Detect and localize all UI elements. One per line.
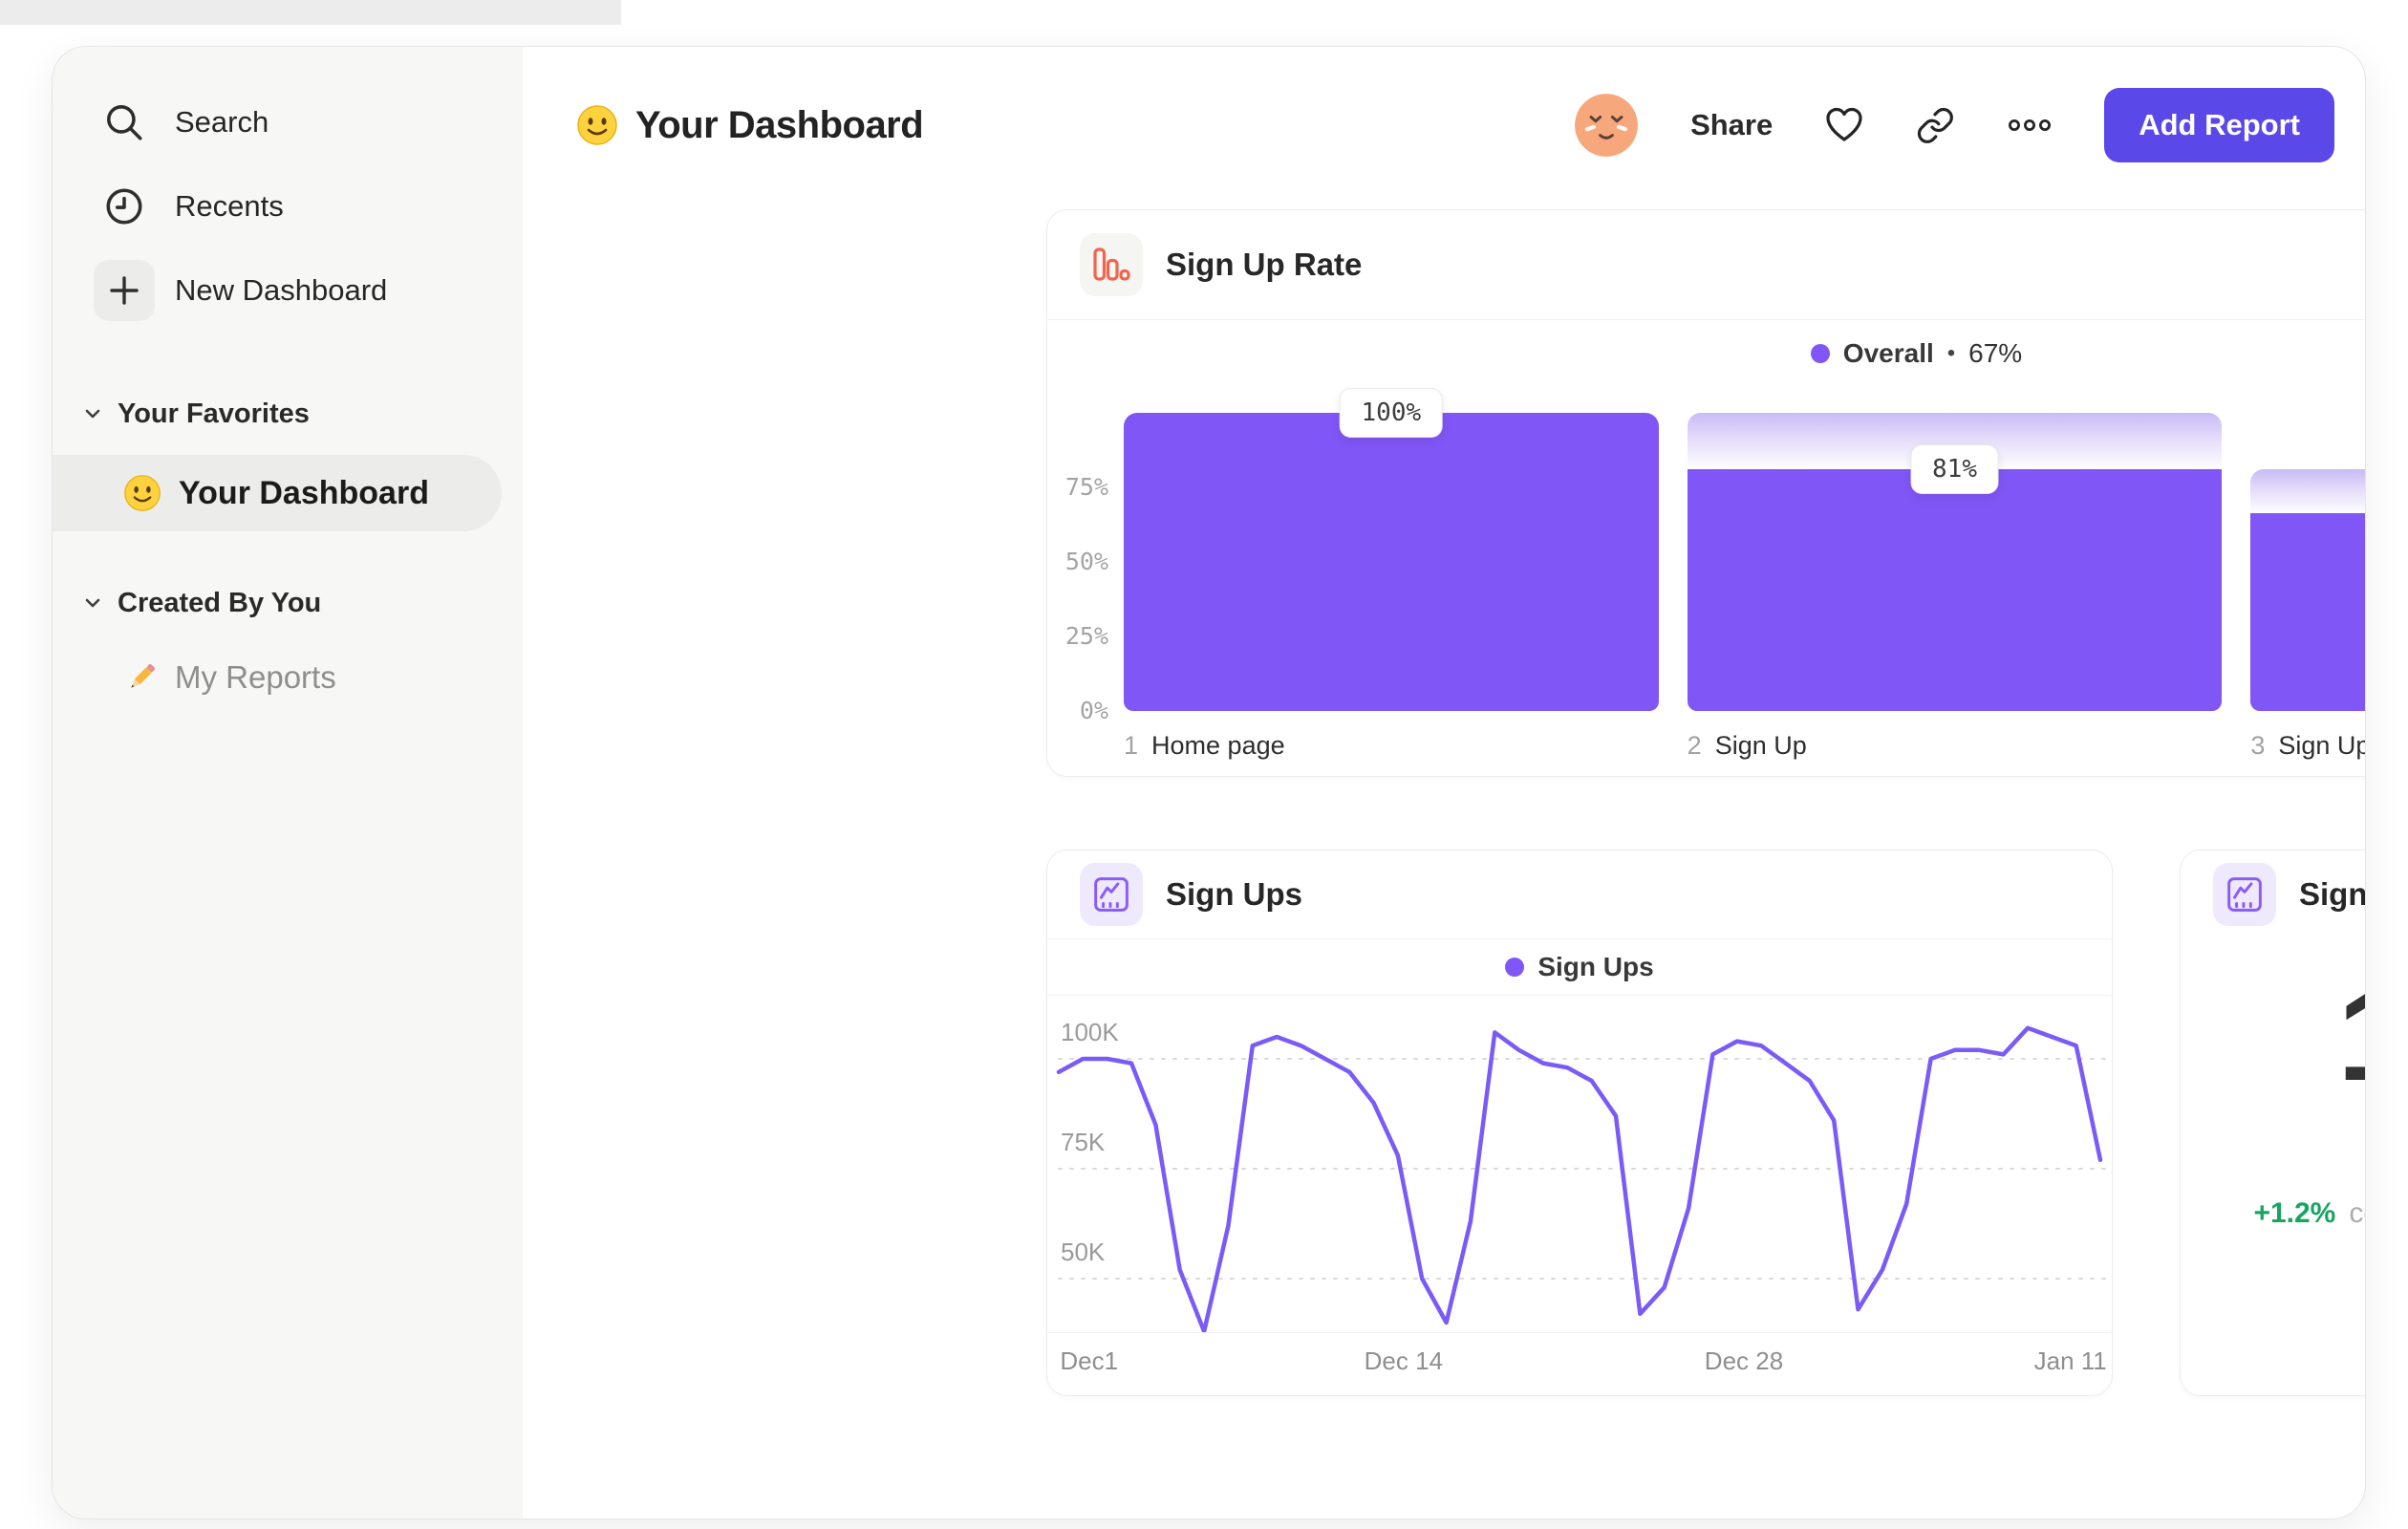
share-button[interactable]: Share — [1690, 108, 1773, 142]
smiley-emoji-icon — [577, 105, 617, 145]
funnel-chart-icon — [1080, 233, 1143, 296]
legend-dot — [1810, 344, 1830, 363]
card-header: Sign Ups — [1047, 851, 2112, 939]
avatar[interactable] — [1574, 93, 1639, 158]
x-tick-label: Dec 14 — [1364, 1346, 1444, 1375]
card-title: Sign Ups — [1166, 876, 1303, 912]
sign-up-rate-card: Sign Up Rate Overall • 67% 75% 50% 25% 0% 1… — [1046, 209, 2365, 777]
card-header: Sign Ups Today — [2181, 851, 2366, 938]
search-icon — [93, 91, 156, 154]
funnel-bar-fill — [1687, 469, 2223, 711]
x-tick-label: Dec 28 — [1704, 1346, 1784, 1375]
funnel-dropoff-gradient — [2250, 469, 2365, 513]
plus-icon — [93, 259, 156, 322]
line-chart-icon — [2213, 863, 2276, 926]
more-options-button[interactable] — [2007, 116, 2053, 135]
card-header: Sign Up Rate — [1047, 210, 2365, 320]
legend-dot — [1505, 958, 1525, 977]
y-tick-label: 50K — [1061, 1238, 1106, 1266]
funnel-step-label: 1 Home page — [1124, 731, 1285, 760]
pencil-emoji-icon — [131, 663, 156, 688]
legend-separator: • — [1946, 340, 1956, 366]
line-chart: 100K 75K 50K — [1047, 996, 2112, 1333]
favorite-heart-button[interactable] — [1824, 105, 1864, 145]
page-header: Your Dashboard Share Add Report — [576, 85, 2334, 165]
funnel-bar: 82% — [2250, 413, 2365, 711]
y-tick-label: 75K — [1061, 1128, 1106, 1156]
sidebar-item-label: Your Dashboard — [179, 474, 429, 511]
add-report-button[interactable]: Add Report — [2104, 88, 2334, 162]
line-legend: Sign Ups — [1047, 939, 2112, 996]
sidebar-nav: Search Recents New Dashboard — [53, 47, 523, 333]
funnel-bar-fill — [1124, 413, 1659, 711]
ellipsis-icon — [2009, 119, 2052, 131]
y-tick-label: 0% — [1079, 697, 1108, 724]
x-tick-label: Jan 11 — [2033, 1346, 2107, 1375]
line-chart-icon — [1080, 863, 1143, 926]
funnel-bar: 100% — [1124, 388, 1659, 711]
smiley-emoji-icon — [124, 475, 161, 511]
metric-delta-row: +1.2% compared to previous period — [2253, 1197, 2365, 1230]
funnel-step-label: 2 Sign Up — [1687, 731, 1807, 760]
section-header-label: Created By You — [118, 587, 322, 618]
y-tick-label: 100K — [1061, 1018, 1119, 1046]
chevron-down-icon — [85, 409, 100, 419]
metric-value: 100K — [2337, 973, 2365, 1101]
section-header-label: Your Favorites — [118, 398, 310, 429]
y-tick-label: 50% — [1064, 548, 1108, 575]
app-window: Search Recents New Dashboard Your Favori… — [52, 46, 2366, 1519]
sidebar-item-label: New Dashboard — [175, 273, 388, 307]
header-actions: Share Add Report — [1574, 88, 2334, 162]
line-x-axis: Dec1 Dec 14 Dec 28 Jan 11 — [1047, 1333, 2112, 1387]
copy-link-button[interactable] — [1916, 106, 1955, 145]
card-title: Sign Ups Today — [2299, 876, 2366, 912]
funnel-bar-fill — [2250, 512, 2365, 711]
sign-ups-today-card: Sign Ups Today 100K Unique Users +1.2% c… — [2180, 850, 2366, 1396]
chevron-down-icon — [85, 598, 100, 608]
background-strip — [0, 0, 621, 25]
legend-label: Sign Ups — [1537, 952, 1654, 981]
sidebar-item-label: My Reports — [175, 659, 336, 695]
sidebar-item-recents[interactable]: Recents — [53, 164, 523, 248]
clock-icon — [93, 175, 156, 238]
sidebar-item-search[interactable]: Search — [53, 80, 523, 164]
page-title-group: Your Dashboard — [576, 103, 924, 147]
funnel-value-badge: 100% — [1339, 388, 1444, 438]
metric-body: 100K Unique Users +1.2% compared to prev… — [2181, 938, 2365, 1230]
sidebar: Search Recents New Dashboard Your Favori… — [53, 47, 523, 1518]
sidebar-item-my-reports[interactable]: My Reports — [53, 651, 523, 704]
card-title: Sign Up Rate — [1166, 247, 1363, 282]
page-title: Your Dashboard — [635, 103, 924, 146]
y-tick-label: 75% — [1064, 473, 1108, 501]
funnel-value-badge: 81% — [1910, 444, 1999, 495]
funnel-bar: 81% — [1687, 413, 2223, 711]
delta-note: compared to previous period — [2349, 1197, 2365, 1229]
x-tick-label: Dec1 — [1060, 1346, 1119, 1375]
y-tick-label: 25% — [1064, 622, 1108, 650]
funnel-x-labels: 1Home page 2Sign Up 3Sign Up Confirmation — [1124, 731, 2365, 761]
sign-ups-card: Sign Ups Sign Ups 100K 75K 50K Dec1 Dec 14 D… — [1046, 850, 2113, 1396]
created-section-header[interactable]: Created By You — [53, 584, 523, 622]
funnel-bars: 100% 81% 82% — [1124, 388, 2365, 711]
funnel-step-label: 3Sign Up Confirmation — [2250, 731, 2365, 760]
sidebar-item-label: Recents — [175, 189, 284, 223]
funnel-y-axis: 75% 50% 25% 0% — [1047, 413, 1108, 724]
legend-value: 67% — [1968, 338, 2023, 368]
main-content: Your Dashboard Share Add Report Sign Up … — [523, 47, 2365, 1518]
link-icon — [1918, 107, 1954, 143]
funnel-legend: Overall • 67% — [1047, 338, 2365, 369]
sidebar-item-new-dashboard[interactable]: New Dashboard — [53, 248, 523, 333]
sidebar-item-label: Search — [175, 105, 269, 139]
heart-icon — [1826, 107, 1862, 141]
favorites-section-header[interactable]: Your Favorites — [53, 395, 523, 433]
delta-value: +1.2% — [2253, 1197, 2336, 1229]
sidebar-item-your-dashboard[interactable]: Your Dashboard — [53, 455, 502, 531]
legend-label: Overall — [1842, 338, 1934, 368]
